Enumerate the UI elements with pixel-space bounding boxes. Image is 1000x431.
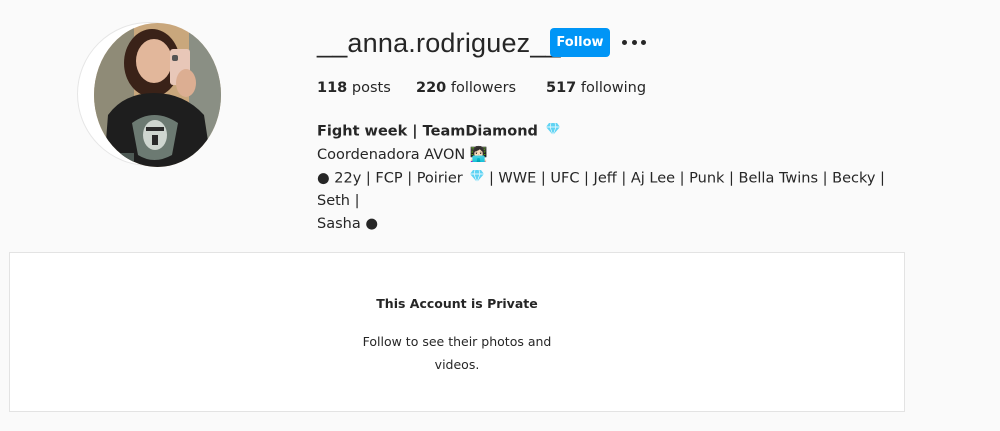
private-account-card: This Account is Private Follow to see th… bbox=[9, 252, 905, 412]
following-count: 517 bbox=[546, 80, 577, 96]
avatar[interactable] bbox=[94, 23, 221, 167]
following-stat[interactable]: 517 following bbox=[546, 80, 646, 96]
profile-page: __anna.rodriguez__ Follow 118 posts 220 … bbox=[0, 0, 1000, 431]
posts-stat: 118 posts bbox=[317, 80, 391, 96]
bio-line-3: Sasha ● bbox=[317, 216, 378, 232]
diamond-icon bbox=[470, 167, 485, 190]
diamond-icon bbox=[545, 120, 560, 143]
private-title: This Account is Private bbox=[376, 296, 538, 311]
bio-line-1: Coordenadora AVON 👩🏻‍💻 bbox=[317, 146, 488, 163]
follow-button[interactable]: Follow bbox=[550, 28, 610, 57]
dot bbox=[622, 39, 627, 45]
bio-line-2-prefix: ● 22y | FCP | Poirier bbox=[317, 170, 463, 186]
followers-stat[interactable]: 220 followers bbox=[416, 80, 516, 96]
bio-name-line: Fight week | TeamDiamond bbox=[317, 120, 897, 144]
avatar-ring[interactable] bbox=[77, 22, 221, 167]
dot bbox=[631, 39, 637, 45]
followers-count: 220 bbox=[416, 80, 447, 96]
username: __anna.rodriguez__ bbox=[317, 28, 561, 58]
following-label: following bbox=[580, 80, 647, 96]
posts-count: 118 bbox=[317, 80, 348, 96]
posts-label: posts bbox=[351, 80, 391, 96]
followers-label: followers bbox=[450, 80, 517, 96]
private-subtitle: Follow to see their photos and videos. bbox=[362, 334, 552, 372]
dot bbox=[641, 39, 646, 45]
more-options-icon[interactable] bbox=[622, 32, 646, 52]
bio: Fight week | TeamDiamond Coordenadora AV… bbox=[317, 120, 897, 236]
bio-line-2: ● 22y | FCP | Poirier | WWE | UFC | Jeff… bbox=[317, 167, 897, 214]
bio-name: Fight week | TeamDiamond bbox=[317, 123, 538, 140]
